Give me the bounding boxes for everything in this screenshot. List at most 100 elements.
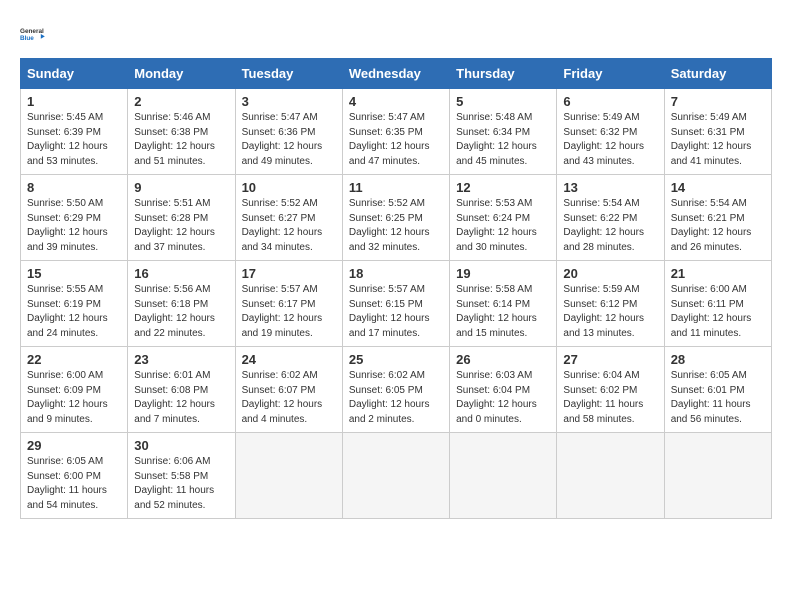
calendar-cell-day-19: 19 Sunrise: 5:58 AMSunset: 6:14 PMDayligh… bbox=[450, 261, 557, 347]
calendar-cell-day-14: 14Sunrise: 5:54 AMSunset: 6:21 PMDayligh… bbox=[664, 175, 771, 261]
day-info: Sunrise: 5:59 AMSunset: 6:12 PMDaylight:… bbox=[563, 283, 657, 341]
day-info: Sunrise: 6:01 AMSunset: 6:08 PMDaylight:… bbox=[134, 369, 228, 427]
calendar-cell-day-24: 24 Sunrise: 6:02 AMSunset: 6:07 PMDayligh… bbox=[235, 347, 342, 433]
day-number: 23 bbox=[134, 352, 228, 367]
day-info: Sunrise: 6:05 AMSunset: 6:01 PMDaylight:… bbox=[671, 369, 765, 427]
calendar-week-3: 15 Sunrise: 5:55 AMSunset: 6:19 PMDayligh… bbox=[21, 261, 772, 347]
calendar-cell-day-26: 26 Sunrise: 6:03 AMSunset: 6:04 PMDayligh… bbox=[450, 347, 557, 433]
calendar-week-5: 29Sunrise: 6:05 AMSunset: 6:00 PMDayligh… bbox=[21, 433, 772, 519]
day-number: 8 bbox=[27, 180, 121, 195]
calendar-cell-day-11: 11 Sunrise: 5:52 AMSunset: 6:25 PMDayligh… bbox=[342, 175, 449, 261]
day-number: 20 bbox=[563, 266, 657, 281]
calendar-cell-day-28: 28 Sunrise: 6:05 AMSunset: 6:01 PMDayligh… bbox=[664, 347, 771, 433]
calendar-table: SundayMondayTuesdayWednesdayThursdayFrid… bbox=[20, 58, 772, 519]
calendar-cell-day-1: 1 Sunrise: 5:45 AMSunset: 6:39 PMDaylight… bbox=[21, 89, 128, 175]
day-number: 22 bbox=[27, 352, 121, 367]
calendar-cell-day-3: 3 Sunrise: 5:47 AMSunset: 6:36 PMDaylight… bbox=[235, 89, 342, 175]
calendar-week-4: 22 Sunrise: 6:00 AMSunset: 6:09 PMDayligh… bbox=[21, 347, 772, 433]
day-info: Sunrise: 5:47 AMSunset: 6:36 PMDaylight:… bbox=[242, 111, 336, 169]
day-number: 9 bbox=[134, 180, 228, 195]
calendar-cell-day-23: 23 Sunrise: 6:01 AMSunset: 6:08 PMDayligh… bbox=[128, 347, 235, 433]
day-number: 4 bbox=[349, 94, 443, 109]
calendar-week-1: 1 Sunrise: 5:45 AMSunset: 6:39 PMDaylight… bbox=[21, 89, 772, 175]
day-number: 14 bbox=[671, 180, 765, 195]
day-info: Sunrise: 6:00 AMSunset: 6:09 PMDaylight:… bbox=[27, 369, 121, 427]
logo: GeneralBlue bbox=[20, 20, 48, 48]
day-number: 28 bbox=[671, 352, 765, 367]
day-number: 26 bbox=[456, 352, 550, 367]
calendar-cell-day-18: 18Sunrise: 5:57 AMSunset: 6:15 PMDayligh… bbox=[342, 261, 449, 347]
day-info: Sunrise: 5:50 AMSunset: 6:29 PMDaylight:… bbox=[27, 197, 121, 255]
day-number: 11 bbox=[349, 180, 443, 195]
day-info: Sunrise: 5:57 AMSunset: 6:15 PMDaylight:… bbox=[349, 283, 443, 341]
calendar-cell-day-4: 4 Sunrise: 5:47 AMSunset: 6:35 PMDaylight… bbox=[342, 89, 449, 175]
day-info: Sunrise: 5:45 AMSunset: 6:39 PMDaylight:… bbox=[27, 111, 121, 169]
day-number: 21 bbox=[671, 266, 765, 281]
calendar-cell-day-25: 25Sunrise: 6:02 AMSunset: 6:05 PMDayligh… bbox=[342, 347, 449, 433]
day-info: Sunrise: 5:54 AMSunset: 6:22 PMDaylight:… bbox=[563, 197, 657, 255]
day-info: Sunrise: 5:49 AMSunset: 6:31 PMDaylight:… bbox=[671, 111, 765, 169]
weekday-header-wednesday: Wednesday bbox=[342, 59, 449, 89]
calendar-cell-day-13: 13Sunrise: 5:54 AMSunset: 6:22 PMDayligh… bbox=[557, 175, 664, 261]
calendar-cell-day-5: 5 Sunrise: 5:48 AMSunset: 6:34 PMDaylight… bbox=[450, 89, 557, 175]
calendar-cell-day-21: 21 Sunrise: 6:00 AMSunset: 6:11 PMDayligh… bbox=[664, 261, 771, 347]
calendar-cell-empty bbox=[235, 433, 342, 519]
day-number: 1 bbox=[27, 94, 121, 109]
day-info: Sunrise: 5:47 AMSunset: 6:35 PMDaylight:… bbox=[349, 111, 443, 169]
day-info: Sunrise: 5:49 AMSunset: 6:32 PMDaylight:… bbox=[563, 111, 657, 169]
day-info: Sunrise: 6:03 AMSunset: 6:04 PMDaylight:… bbox=[456, 369, 550, 427]
day-number: 27 bbox=[563, 352, 657, 367]
day-number: 17 bbox=[242, 266, 336, 281]
day-number: 24 bbox=[242, 352, 336, 367]
day-number: 6 bbox=[563, 94, 657, 109]
calendar-cell-day-20: 20 Sunrise: 5:59 AMSunset: 6:12 PMDayligh… bbox=[557, 261, 664, 347]
weekday-header-sunday: Sunday bbox=[21, 59, 128, 89]
calendar-cell-day-15: 15 Sunrise: 5:55 AMSunset: 6:19 PMDayligh… bbox=[21, 261, 128, 347]
day-info: Sunrise: 5:58 AMSunset: 6:14 PMDaylight:… bbox=[456, 283, 550, 341]
weekday-header-saturday: Saturday bbox=[664, 59, 771, 89]
calendar-cell-day-16: 16Sunrise: 5:56 AMSunset: 6:18 PMDayligh… bbox=[128, 261, 235, 347]
page-header: GeneralBlue bbox=[20, 20, 772, 48]
calendar-cell-day-8: 8 Sunrise: 5:50 AMSunset: 6:29 PMDaylight… bbox=[21, 175, 128, 261]
calendar-cell-day-7: 7 Sunrise: 5:49 AMSunset: 6:31 PMDaylight… bbox=[664, 89, 771, 175]
svg-text:Blue: Blue bbox=[20, 35, 34, 42]
day-info: Sunrise: 6:02 AMSunset: 6:07 PMDaylight:… bbox=[242, 369, 336, 427]
day-number: 10 bbox=[242, 180, 336, 195]
calendar-cell-day-10: 10 Sunrise: 5:52 AMSunset: 6:27 PMDayligh… bbox=[235, 175, 342, 261]
calendar-week-2: 8 Sunrise: 5:50 AMSunset: 6:29 PMDaylight… bbox=[21, 175, 772, 261]
day-info: Sunrise: 6:02 AMSunset: 6:05 PMDaylight:… bbox=[349, 369, 443, 427]
calendar-cell-day-12: 12 Sunrise: 5:53 AMSunset: 6:24 PMDayligh… bbox=[450, 175, 557, 261]
day-number: 5 bbox=[456, 94, 550, 109]
day-number: 3 bbox=[242, 94, 336, 109]
svg-text:General: General bbox=[20, 28, 44, 35]
day-number: 30 bbox=[134, 438, 228, 453]
calendar-cell-day-29: 29Sunrise: 6:05 AMSunset: 6:00 PMDayligh… bbox=[21, 433, 128, 519]
day-info: Sunrise: 5:57 AMSunset: 6:17 PMDaylight:… bbox=[242, 283, 336, 341]
day-info: Sunrise: 5:52 AMSunset: 6:27 PMDaylight:… bbox=[242, 197, 336, 255]
calendar-cell-day-9: 9 Sunrise: 5:51 AMSunset: 6:28 PMDaylight… bbox=[128, 175, 235, 261]
calendar-cell-empty bbox=[557, 433, 664, 519]
day-number: 7 bbox=[671, 94, 765, 109]
weekday-header-row: SundayMondayTuesdayWednesdayThursdayFrid… bbox=[21, 59, 772, 89]
day-info: Sunrise: 6:04 AMSunset: 6:02 PMDaylight:… bbox=[563, 369, 657, 427]
day-info: Sunrise: 6:06 AMSunset: 5:58 PMDaylight:… bbox=[134, 455, 228, 513]
day-info: Sunrise: 5:56 AMSunset: 6:18 PMDaylight:… bbox=[134, 283, 228, 341]
calendar-cell-day-17: 17 Sunrise: 5:57 AMSunset: 6:17 PMDayligh… bbox=[235, 261, 342, 347]
day-info: Sunrise: 6:00 AMSunset: 6:11 PMDaylight:… bbox=[671, 283, 765, 341]
day-info: Sunrise: 5:52 AMSunset: 6:25 PMDaylight:… bbox=[349, 197, 443, 255]
day-number: 19 bbox=[456, 266, 550, 281]
day-info: Sunrise: 5:55 AMSunset: 6:19 PMDaylight:… bbox=[27, 283, 121, 341]
calendar-cell-empty bbox=[664, 433, 771, 519]
day-number: 12 bbox=[456, 180, 550, 195]
day-number: 15 bbox=[27, 266, 121, 281]
day-info: Sunrise: 5:51 AMSunset: 6:28 PMDaylight:… bbox=[134, 197, 228, 255]
weekday-header-thursday: Thursday bbox=[450, 59, 557, 89]
day-info: Sunrise: 5:46 AMSunset: 6:38 PMDaylight:… bbox=[134, 111, 228, 169]
day-info: Sunrise: 5:53 AMSunset: 6:24 PMDaylight:… bbox=[456, 197, 550, 255]
calendar-cell-day-6: 6 Sunrise: 5:49 AMSunset: 6:32 PMDaylight… bbox=[557, 89, 664, 175]
weekday-header-friday: Friday bbox=[557, 59, 664, 89]
calendar-cell-day-2: 2 Sunrise: 5:46 AMSunset: 6:38 PMDaylight… bbox=[128, 89, 235, 175]
calendar-cell-empty bbox=[450, 433, 557, 519]
day-info: Sunrise: 5:48 AMSunset: 6:34 PMDaylight:… bbox=[456, 111, 550, 169]
day-number: 2 bbox=[134, 94, 228, 109]
